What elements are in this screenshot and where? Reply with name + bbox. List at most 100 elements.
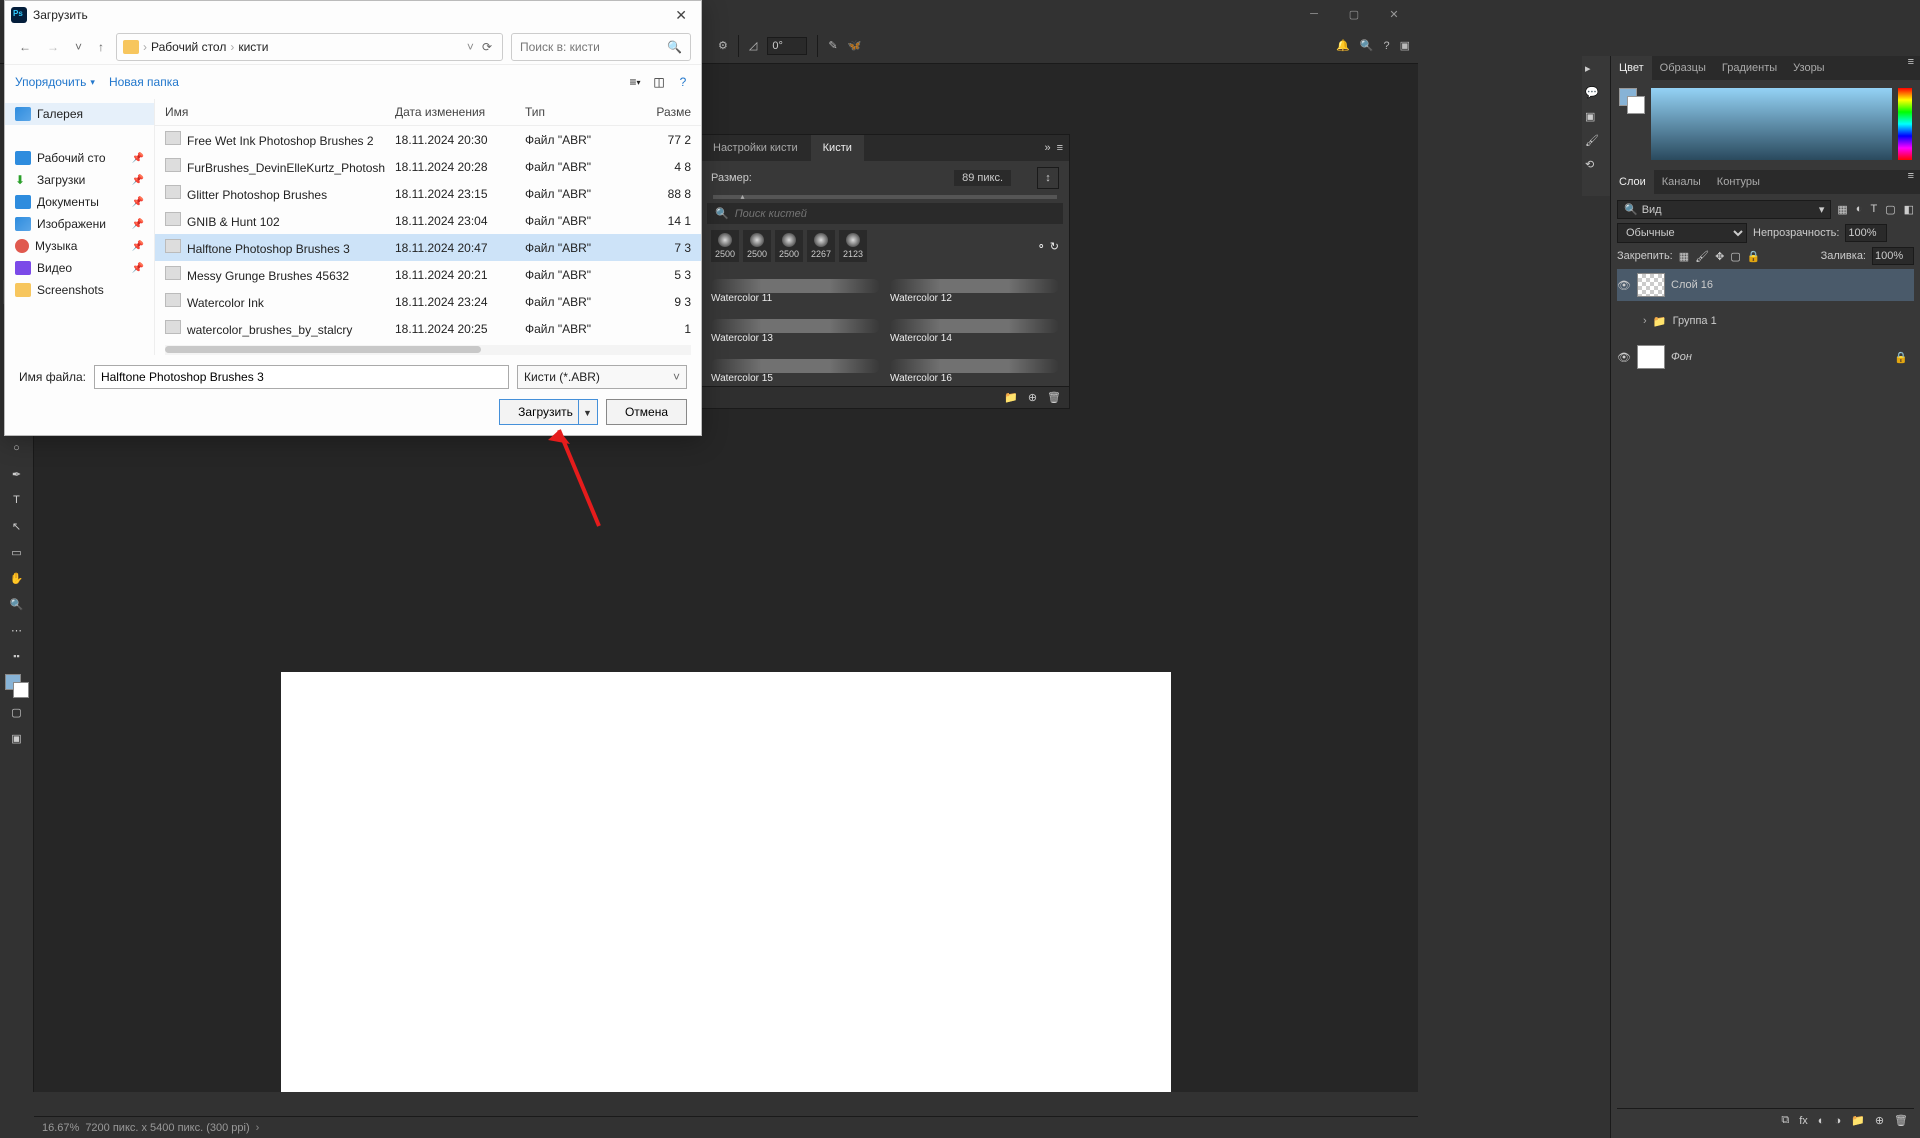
brush-new-icon[interactable]: ⊕ <box>1028 391 1037 404</box>
tab-channels[interactable]: Каналы <box>1654 170 1709 194</box>
filter-type-icon[interactable]: T <box>1870 203 1877 216</box>
history-strip-icon[interactable]: ▸ <box>1585 62 1607 84</box>
sidebar-video[interactable]: Видео📌 <box>5 257 154 279</box>
link-layers-icon[interactable]: ⧉ <box>1781 1114 1789 1127</box>
brush-delete-icon[interactable]: 🗑 <box>1047 391 1061 404</box>
window-maximize-button[interactable]: ▢ <box>1334 2 1374 26</box>
filter-smart-icon[interactable]: ◧ <box>1904 203 1914 216</box>
cancel-button[interactable]: Отмена <box>606 399 687 425</box>
load-button[interactable]: Загрузить▼ <box>499 399 598 425</box>
new-folder-button[interactable]: Новая папка <box>109 75 179 89</box>
rectangle-tool[interactable]: ▭ <box>3 540 31 564</box>
layer-mask-icon[interactable]: ◐ <box>1818 1115 1825 1127</box>
angle-field[interactable]: 0° <box>767 37 807 55</box>
layer-thumbnail[interactable] <box>1637 273 1665 297</box>
libraries-strip-icon[interactable]: 🖌 <box>1585 134 1607 156</box>
tab-layers[interactable]: Слои <box>1611 170 1654 194</box>
fill-input[interactable] <box>1872 247 1914 265</box>
zoom-tool[interactable]: 🔍 <box>3 592 31 616</box>
settings-icon[interactable]: ⚙ <box>718 39 728 52</box>
breadcrumb-segment[interactable]: Рабочий стол <box>151 40 226 54</box>
adjustments-strip-icon[interactable]: ⟲ <box>1585 158 1607 180</box>
window-close-button[interactable]: ✕ <box>1374 2 1414 26</box>
layer-filter-dropdown[interactable]: 🔍 Вид ▾ <box>1617 200 1831 219</box>
tab-paths[interactable]: Контуры <box>1709 170 1768 194</box>
quick-mask-button[interactable]: ▢ <box>3 700 31 724</box>
tab-brushes[interactable]: Кисти <box>811 135 864 161</box>
lock-artboard-icon[interactable]: ▢ <box>1730 250 1740 263</box>
view-mode-button[interactable]: ≡ ▾ <box>627 74 643 90</box>
chevron-down-icon[interactable]: ▼ <box>583 408 592 418</box>
file-row[interactable]: FurBrushes_DevinElleKurtz_Photoshop18.11… <box>155 153 701 180</box>
workspace-icon[interactable]: ▣ <box>1400 39 1410 52</box>
path-select-tool[interactable]: ↖ <box>3 514 31 538</box>
opacity-input[interactable] <box>1845 224 1887 242</box>
screen-mode-button[interactable]: ▣ <box>3 726 31 750</box>
file-row[interactable]: Free Wet Ink Photoshop Brushes 218.11.20… <box>155 126 701 153</box>
file-row[interactable]: watercolor_brushes_by_stalcry18.11.2024 … <box>155 315 701 342</box>
sidebar-gallery[interactable]: Галерея <box>5 103 154 125</box>
nav-forward-button[interactable]: → <box>43 38 63 56</box>
horizontal-scrollbar[interactable] <box>165 345 691 355</box>
brush-tip[interactable]: 2123 <box>839 230 867 262</box>
file-row[interactable]: Halftone Photoshop Brushes 318.11.2024 2… <box>155 234 701 261</box>
search-icon[interactable]: 🔍 <box>1360 39 1374 52</box>
layer-fx-icon[interactable]: fx <box>1799 1115 1808 1127</box>
color-swatch[interactable] <box>1619 88 1645 114</box>
zoom-level[interactable]: 16.67% <box>42 1122 79 1134</box>
file-row[interactable]: GNIB & Hunt 10218.11.2024 23:04Файл "ABR… <box>155 207 701 234</box>
breadcrumb-segment[interactable]: кисти <box>238 40 268 54</box>
file-row[interactable]: Messy Grunge Brushes 4563218.11.2024 20:… <box>155 261 701 288</box>
file-list-header[interactable]: Имя Дата изменения Тип Разме <box>155 99 701 126</box>
dialog-close-button[interactable]: ✕ <box>667 5 695 26</box>
sidebar-downloads[interactable]: ⬇Загрузки📌 <box>5 169 154 191</box>
brush-size-value[interactable]: 89 пикс. <box>954 170 1011 186</box>
sidebar-music[interactable]: Музыка📌 <box>5 235 154 257</box>
tab-swatches[interactable]: Образцы <box>1652 56 1714 80</box>
brush-reset-icon[interactable]: ↻ <box>1050 240 1059 253</box>
layer-thumbnail[interactable] <box>1637 345 1665 369</box>
refresh-icon[interactable]: ⟳ <box>478 40 496 54</box>
layer-item[interactable]: 👁 Фон 🔒 <box>1617 341 1914 373</box>
document-info[interactable]: 7200 пикс. x 5400 пикс. (300 ppi) <box>85 1122 249 1134</box>
filter-image-icon[interactable]: ▦ <box>1837 203 1847 216</box>
tab-patterns[interactable]: Узоры <box>1785 56 1832 80</box>
sidebar-screenshots[interactable]: Screenshots <box>5 279 154 301</box>
type-tool[interactable]: T <box>3 488 31 512</box>
dodge-tool[interactable]: ○ <box>3 436 31 460</box>
brush-tip[interactable]: 2500 <box>711 230 739 262</box>
pen-tool[interactable]: ✒ <box>3 462 31 486</box>
new-layer-icon[interactable]: ⊕ <box>1875 1114 1884 1127</box>
brush-live-tip-icon[interactable]: ⚬ <box>1037 240 1046 253</box>
brush-tip[interactable]: 2267 <box>807 230 835 262</box>
panel-expand-icon[interactable]: » <box>1044 142 1050 154</box>
tab-gradients[interactable]: Градиенты <box>1714 56 1785 80</box>
brush-preset[interactable]: Watercolor 13 <box>711 308 880 344</box>
sidebar-images[interactable]: Изображени📌 <box>5 213 154 235</box>
nav-up-button[interactable]: ↑ <box>94 38 108 56</box>
tab-brush-settings[interactable]: Настройки кисти <box>701 135 810 161</box>
lock-pixel-icon[interactable]: 🖌 <box>1695 250 1709 263</box>
file-type-filter[interactable]: Кисти (*.ABR) ˅ <box>517 365 687 389</box>
brush-preset[interactable]: Watercolor 12 <box>890 268 1059 304</box>
brush-folder-icon[interactable]: 📁 <box>1004 391 1018 404</box>
color-picker[interactable] <box>1651 88 1892 160</box>
blend-mode-select[interactable]: Обычные <box>1617 223 1747 243</box>
panel-menu-icon[interactable]: ≡ <box>1902 170 1920 194</box>
comments-strip-icon[interactable]: 💬 <box>1585 86 1607 108</box>
adjustment-layer-icon[interactable]: ◑ <box>1834 1115 1841 1127</box>
brush-search-input[interactable] <box>735 208 895 220</box>
filename-input[interactable] <box>94 365 509 389</box>
visibility-icon[interactable]: 👁 <box>1617 279 1631 292</box>
background-color[interactable] <box>13 682 29 698</box>
brush-preset[interactable]: Watercolor 15 <box>711 348 880 384</box>
lock-position-icon[interactable]: ✥ <box>1715 250 1724 263</box>
sidebar-documents[interactable]: Документы📌 <box>5 191 154 213</box>
window-minimize-button[interactable]: ─ <box>1294 2 1334 26</box>
brush-preset[interactable]: Watercolor 14 <box>890 308 1059 344</box>
visibility-icon[interactable]: 👁 <box>1617 351 1631 364</box>
lock-all-icon[interactable]: ▦ <box>1679 250 1689 263</box>
brush-tip[interactable]: 2500 <box>743 230 771 262</box>
help-icon[interactable]: ? <box>675 74 691 90</box>
panel-menu-icon[interactable]: ≡ <box>1057 142 1063 154</box>
